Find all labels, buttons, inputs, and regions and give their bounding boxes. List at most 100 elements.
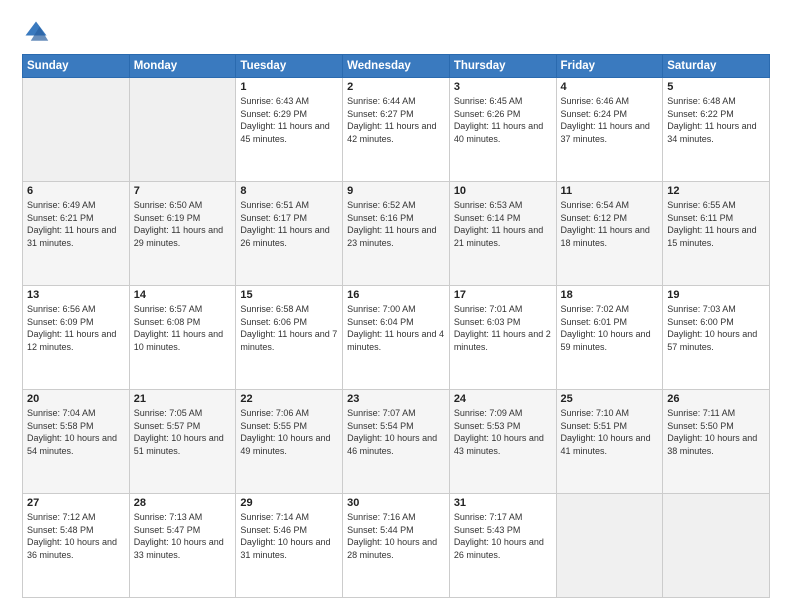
day-info: Sunrise: 7:13 AMSunset: 5:47 PMDaylight:… bbox=[134, 511, 232, 561]
day-number: 27 bbox=[27, 497, 125, 509]
calendar-cell: 29Sunrise: 7:14 AMSunset: 5:46 PMDayligh… bbox=[236, 494, 343, 598]
calendar-cell: 18Sunrise: 7:02 AMSunset: 6:01 PMDayligh… bbox=[556, 286, 663, 390]
calendar-cell: 10 Sunrise: 6:53 AMSunset: 6:14 PMDayligh… bbox=[449, 182, 556, 286]
day-number: 17 bbox=[454, 289, 552, 301]
day-number: 11 bbox=[561, 185, 659, 197]
calendar-cell: 1 Sunrise: 6:43 AMSunset: 6:29 PMDaylight… bbox=[236, 78, 343, 182]
calendar-cell: 28 Sunrise: 7:13 AMSunset: 5:47 PMDayligh… bbox=[129, 494, 236, 598]
day-number: 23 bbox=[347, 393, 445, 405]
day-number: 13 bbox=[27, 289, 125, 301]
day-info: Sunrise: 6:56 AMSunset: 6:09 PMDaylight:… bbox=[27, 303, 125, 353]
calendar-cell: 16Sunrise: 7:00 AMSunset: 6:04 PMDayligh… bbox=[343, 286, 450, 390]
day-number: 10 bbox=[454, 185, 552, 197]
calendar-cell: 23 Sunrise: 7:07 AMSunset: 5:54 PMDayligh… bbox=[343, 390, 450, 494]
logo-icon bbox=[22, 18, 50, 46]
day-number: 25 bbox=[561, 393, 659, 405]
calendar-table: SundayMondayTuesdayWednesdayThursdayFrid… bbox=[22, 54, 770, 598]
day-number: 14 bbox=[134, 289, 232, 301]
calendar-cell: 22 Sunrise: 7:06 AMSunset: 5:55 PMDayligh… bbox=[236, 390, 343, 494]
day-number: 31 bbox=[454, 497, 552, 509]
calendar-cell: 19Sunrise: 7:03 AMSunset: 6:00 PMDayligh… bbox=[663, 286, 770, 390]
calendar-cell: 15 Sunrise: 6:58 AMSunset: 6:06 PMDayligh… bbox=[236, 286, 343, 390]
calendar-cell: 2 Sunrise: 6:44 AMSunset: 6:27 PMDaylight… bbox=[343, 78, 450, 182]
day-info: Sunrise: 7:04 AMSunset: 5:58 PMDaylight:… bbox=[27, 407, 125, 457]
day-number: 28 bbox=[134, 497, 232, 509]
day-info: Sunrise: 7:09 AMSunset: 5:53 PMDaylight:… bbox=[454, 407, 552, 457]
day-info: Sunrise: 6:45 AMSunset: 6:26 PMDaylight:… bbox=[454, 95, 552, 145]
day-info: Sunrise: 6:54 AMSunset: 6:12 PMDaylight:… bbox=[561, 199, 659, 249]
day-number: 5 bbox=[667, 81, 765, 93]
day-info: Sunrise: 6:52 AMSunset: 6:16 PMDaylight:… bbox=[347, 199, 445, 249]
day-number: 29 bbox=[240, 497, 338, 509]
day-number: 12 bbox=[667, 185, 765, 197]
calendar-cell: 30 Sunrise: 7:16 AMSunset: 5:44 PMDayligh… bbox=[343, 494, 450, 598]
calendar-cell: 7 Sunrise: 6:50 AMSunset: 6:19 PMDaylight… bbox=[129, 182, 236, 286]
day-number: 18 bbox=[561, 289, 659, 301]
day-info: Sunrise: 7:11 AMSunset: 5:50 PMDaylight:… bbox=[667, 407, 765, 457]
day-info: Sunrise: 7:06 AMSunset: 5:55 PMDaylight:… bbox=[240, 407, 338, 457]
day-info: Sunrise: 7:05 AMSunset: 5:57 PMDaylight:… bbox=[134, 407, 232, 457]
calendar-cell: 11 Sunrise: 6:54 AMSunset: 6:12 PMDayligh… bbox=[556, 182, 663, 286]
day-info: Sunrise: 6:55 AMSunset: 6:11 PMDaylight:… bbox=[667, 199, 765, 249]
day-info: Sunrise: 6:58 AMSunset: 6:06 PMDaylight:… bbox=[240, 303, 338, 353]
day-number: 7 bbox=[134, 185, 232, 197]
calendar-header-thursday: Thursday bbox=[449, 55, 556, 78]
calendar-week-row: 6Sunrise: 6:49 AMSunset: 6:21 PMDaylight… bbox=[23, 182, 770, 286]
day-info: Sunrise: 6:44 AMSunset: 6:27 PMDaylight:… bbox=[347, 95, 445, 145]
calendar-cell: 8 Sunrise: 6:51 AMSunset: 6:17 PMDaylight… bbox=[236, 182, 343, 286]
calendar-cell: 14Sunrise: 6:57 AMSunset: 6:08 PMDayligh… bbox=[129, 286, 236, 390]
calendar-header-row: SundayMondayTuesdayWednesdayThursdayFrid… bbox=[23, 55, 770, 78]
day-number: 21 bbox=[134, 393, 232, 405]
day-info: Sunrise: 7:12 AMSunset: 5:48 PMDaylight:… bbox=[27, 511, 125, 561]
calendar-week-row: 27 Sunrise: 7:12 AMSunset: 5:48 PMDayligh… bbox=[23, 494, 770, 598]
day-number: 22 bbox=[240, 393, 338, 405]
calendar-cell bbox=[23, 78, 130, 182]
calendar-cell bbox=[556, 494, 663, 598]
calendar-header-tuesday: Tuesday bbox=[236, 55, 343, 78]
calendar-week-row: 13 Sunrise: 6:56 AMSunset: 6:09 PMDayligh… bbox=[23, 286, 770, 390]
calendar-cell: 5Sunrise: 6:48 AMSunset: 6:22 PMDaylight… bbox=[663, 78, 770, 182]
calendar-cell bbox=[129, 78, 236, 182]
day-number: 20 bbox=[27, 393, 125, 405]
page: SundayMondayTuesdayWednesdayThursdayFrid… bbox=[0, 0, 792, 612]
calendar-header-monday: Monday bbox=[129, 55, 236, 78]
calendar-cell: 13 Sunrise: 6:56 AMSunset: 6:09 PMDayligh… bbox=[23, 286, 130, 390]
day-number: 8 bbox=[240, 185, 338, 197]
day-info: Sunrise: 6:43 AMSunset: 6:29 PMDaylight:… bbox=[240, 95, 338, 145]
calendar-cell: 24 Sunrise: 7:09 AMSunset: 5:53 PMDayligh… bbox=[449, 390, 556, 494]
day-number: 15 bbox=[240, 289, 338, 301]
calendar-cell: 6Sunrise: 6:49 AMSunset: 6:21 PMDaylight… bbox=[23, 182, 130, 286]
calendar-cell bbox=[663, 494, 770, 598]
day-number: 3 bbox=[454, 81, 552, 93]
day-info: Sunrise: 7:01 AMSunset: 6:03 PMDaylight:… bbox=[454, 303, 552, 353]
day-info: Sunrise: 6:50 AMSunset: 6:19 PMDaylight:… bbox=[134, 199, 232, 249]
day-info: Sunrise: 7:17 AMSunset: 5:43 PMDaylight:… bbox=[454, 511, 552, 561]
logo bbox=[22, 18, 54, 46]
day-info: Sunrise: 7:00 AMSunset: 6:04 PMDaylight:… bbox=[347, 303, 445, 353]
calendar-cell: 25 Sunrise: 7:10 AMSunset: 5:51 PMDayligh… bbox=[556, 390, 663, 494]
day-number: 1 bbox=[240, 81, 338, 93]
calendar-header-wednesday: Wednesday bbox=[343, 55, 450, 78]
day-number: 30 bbox=[347, 497, 445, 509]
day-number: 9 bbox=[347, 185, 445, 197]
day-info: Sunrise: 7:07 AMSunset: 5:54 PMDaylight:… bbox=[347, 407, 445, 457]
day-number: 24 bbox=[454, 393, 552, 405]
calendar-cell: 27 Sunrise: 7:12 AMSunset: 5:48 PMDayligh… bbox=[23, 494, 130, 598]
day-info: Sunrise: 7:10 AMSunset: 5:51 PMDaylight:… bbox=[561, 407, 659, 457]
calendar-header-saturday: Saturday bbox=[663, 55, 770, 78]
day-info: Sunrise: 7:16 AMSunset: 5:44 PMDaylight:… bbox=[347, 511, 445, 561]
calendar-cell: 9 Sunrise: 6:52 AMSunset: 6:16 PMDaylight… bbox=[343, 182, 450, 286]
day-number: 4 bbox=[561, 81, 659, 93]
header bbox=[22, 18, 770, 46]
day-info: Sunrise: 6:53 AMSunset: 6:14 PMDaylight:… bbox=[454, 199, 552, 249]
calendar-cell: 31 Sunrise: 7:17 AMSunset: 5:43 PMDayligh… bbox=[449, 494, 556, 598]
day-number: 2 bbox=[347, 81, 445, 93]
day-info: Sunrise: 6:46 AMSunset: 6:24 PMDaylight:… bbox=[561, 95, 659, 145]
day-info: Sunrise: 6:51 AMSunset: 6:17 PMDaylight:… bbox=[240, 199, 338, 249]
calendar-week-row: 20 Sunrise: 7:04 AMSunset: 5:58 PMDayligh… bbox=[23, 390, 770, 494]
calendar-week-row: 1 Sunrise: 6:43 AMSunset: 6:29 PMDaylight… bbox=[23, 78, 770, 182]
calendar-cell: 20 Sunrise: 7:04 AMSunset: 5:58 PMDayligh… bbox=[23, 390, 130, 494]
calendar-cell: 21 Sunrise: 7:05 AMSunset: 5:57 PMDayligh… bbox=[129, 390, 236, 494]
day-info: Sunrise: 6:49 AMSunset: 6:21 PMDaylight:… bbox=[27, 199, 125, 249]
calendar-header-sunday: Sunday bbox=[23, 55, 130, 78]
